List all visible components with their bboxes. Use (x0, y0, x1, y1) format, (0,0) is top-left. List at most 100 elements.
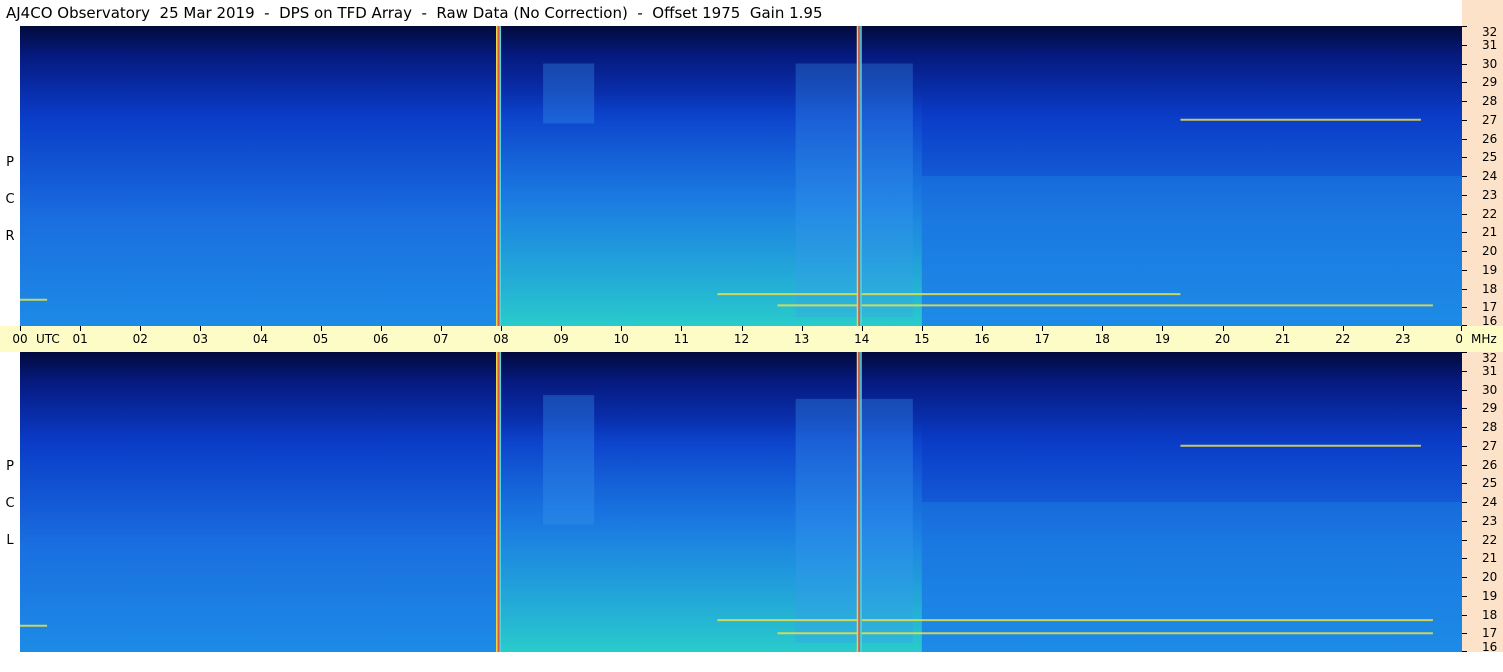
freq-tick (1462, 352, 1467, 353)
time-tick-label: 15 (914, 332, 930, 346)
freq-tick-label: 19 (1482, 262, 1498, 277)
freq-tick (1462, 633, 1467, 635)
freq-tick-label: 30 (1482, 382, 1498, 397)
freq-tick-label: 26 (1482, 131, 1498, 146)
time-tick (1402, 326, 1404, 331)
rcp-spectrogram[interactable] (20, 26, 1463, 326)
time-tick-label: 19 (1154, 332, 1171, 346)
time-unit-label: UTC (36, 332, 60, 346)
time-tick (801, 326, 803, 331)
time-axis: 00 01 02 03 04 05 06 07 08 09 10 11 12 13 14 15 16 17 18 19… (0, 326, 1471, 352)
freq-tick-label: 31 (1482, 363, 1498, 378)
time-tick-label: 11 (673, 332, 690, 346)
freq-tick (1462, 520, 1467, 522)
time-tick-label: 08 (493, 332, 509, 346)
rcp-polarization-label: P C R (0, 26, 20, 326)
pol-letter: C (5, 192, 15, 207)
lcp-frequency-axis: 16 17 18 19 20 21 22 23 24 25 26 27 28 29 30 31 32 (1462, 351, 1503, 654)
freq-tick (1462, 307, 1467, 309)
emission-line (717, 619, 1433, 622)
freq-tick-label: 22 (1482, 532, 1498, 547)
time-tick (440, 326, 442, 331)
freq-tick (1462, 614, 1467, 616)
title-bar-corner (1462, 0, 1503, 26)
freq-tick-label: 31 (1482, 37, 1498, 52)
freq-tick (1462, 26, 1467, 27)
freq-tick-label: 24 (1482, 169, 1498, 183)
freq-tick (1462, 251, 1467, 252)
freq-tick-label: 20 (1482, 570, 1498, 584)
bright-block (543, 63, 595, 124)
evening-band (921, 176, 1463, 326)
freq-tick (1462, 157, 1467, 159)
freq-tick-label: 21 (1482, 225, 1498, 240)
time-tick-label: 09 (553, 332, 569, 346)
freq-tick-label: 29 (1482, 401, 1498, 416)
time-tick (260, 326, 262, 331)
freq-tick (1462, 408, 1467, 410)
freq-tick-label: 30 (1482, 56, 1498, 71)
time-tick (621, 326, 623, 331)
emission-line (20, 624, 48, 627)
pol-letter: C (5, 496, 15, 511)
emission-line (1180, 444, 1421, 447)
time-tick-label: 22 (1335, 332, 1351, 346)
time-tick (921, 326, 923, 331)
freq-tick (1462, 577, 1467, 578)
time-tick (1282, 326, 1284, 331)
freq-tick-label: 22 (1482, 206, 1498, 221)
freq-tick-label: 24 (1482, 495, 1498, 509)
interference-edge (495, 352, 498, 652)
freq-tick (1462, 138, 1467, 140)
freq-tick-label: 23 (1482, 187, 1498, 202)
freq-unit-label: MHz (1471, 332, 1497, 346)
freq-tick-label: 18 (1482, 607, 1498, 622)
lcp-spectrogram-svg (20, 352, 1463, 652)
emission-line (777, 304, 1433, 307)
bright-block (795, 63, 913, 317)
time-tick (741, 326, 743, 331)
time-tick (1102, 326, 1104, 331)
time-tick-label: 21 (1274, 332, 1291, 346)
interference-edge (860, 26, 862, 326)
time-tick-label: 06 (373, 332, 389, 346)
freq-tick-label: 32 (1482, 351, 1498, 365)
emission-line (777, 632, 1433, 635)
time-tick (1162, 326, 1164, 331)
freq-tick (1462, 44, 1467, 46)
freq-tick (1462, 101, 1467, 102)
freq-tick-label: 32 (1482, 25, 1498, 39)
time-tick (80, 326, 82, 331)
freq-tick (1462, 651, 1467, 652)
freq-tick-label: 17 (1482, 300, 1498, 315)
freq-tick (1462, 82, 1467, 84)
time-tick-label: 04 (252, 332, 269, 346)
emission-line (717, 293, 1181, 296)
freq-tick (1462, 483, 1467, 485)
pol-letter: P (6, 155, 14, 170)
freq-tick (1462, 63, 1467, 65)
time-tick-label: 17 (1034, 332, 1050, 346)
freq-tick-label: 20 (1482, 244, 1498, 258)
lcp-spectrogram[interactable] (20, 352, 1463, 652)
interference-edge (499, 26, 501, 326)
lcp-polarization-label: P C L (0, 352, 20, 652)
freq-tick (1462, 558, 1467, 560)
interference-edge (499, 352, 501, 652)
time-tick-label: 13 (793, 332, 810, 346)
time-tick-label: 07 (433, 332, 449, 346)
bright-block (543, 395, 595, 525)
interference-line (858, 352, 861, 652)
freq-tick (1462, 232, 1467, 234)
freq-tick (1462, 269, 1467, 271)
chart-title: AJ4CO Observatory 25 Mar 2019 - DPS on T… (6, 4, 823, 22)
time-tick-label: 01 (72, 332, 88, 346)
time-tick-label: 20 (1214, 332, 1231, 346)
freq-tick (1462, 502, 1467, 503)
freq-tick-label: 16 (1482, 640, 1498, 654)
freq-tick-label: 29 (1482, 75, 1498, 90)
bright-block (795, 398, 913, 643)
freq-tick (1462, 389, 1467, 391)
time-tick (140, 326, 142, 331)
interference-line (497, 26, 500, 326)
